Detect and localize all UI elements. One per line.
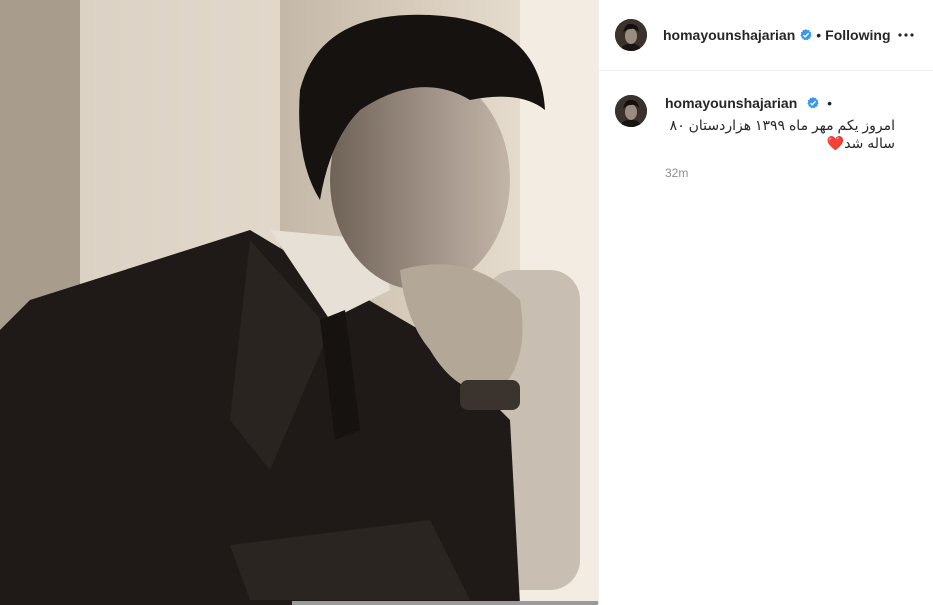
username[interactable]: homayounshajarian [663,27,795,43]
timestamp[interactable]: 32m [665,166,895,180]
comment-body: homayounshajarian • امروز یکم مهر ماه ۱۳… [665,95,895,180]
avatar-image [615,95,647,127]
verified-badge-icon [807,97,819,109]
caption-text: امروز یکم مهر ماه ۱۳۹۹ هزاردستان ۸۰ ساله… [665,116,895,152]
more-options-icon [898,33,914,37]
caption-line-1: امروز یکم مهر ماه ۱۳۹۹ هزاردستان ۸۰ [669,117,895,133]
post-header: homayounshajarian • Following [599,0,933,71]
horizontal-scrollbar[interactable] [292,601,598,605]
separator-dot: • [827,95,833,111]
caption-comment: homayounshajarian • امروز یکم مهر ماه ۱۳… [599,71,933,180]
verified-badge-icon [800,29,812,41]
more-options-button[interactable] [894,23,918,47]
caption-line-2-text: ساله شد [844,135,895,151]
comment-author-line: homayounshajarian • [665,95,895,113]
post-side-panel: homayounshajarian • Following homayounsh… [598,0,933,605]
photo-illustration [0,0,598,605]
comment-avatar[interactable] [615,95,647,127]
heart-emoji: ❤️ [826,135,845,151]
avatar[interactable] [615,19,647,51]
following-button[interactable]: Following [825,27,890,43]
avatar-image [615,19,647,51]
caption-line-2: ساله شد❤️ [665,134,895,152]
post-photo[interactable] [0,0,598,605]
comment-username[interactable]: homayounshajarian [665,95,797,111]
separator-dot: • [816,27,822,43]
